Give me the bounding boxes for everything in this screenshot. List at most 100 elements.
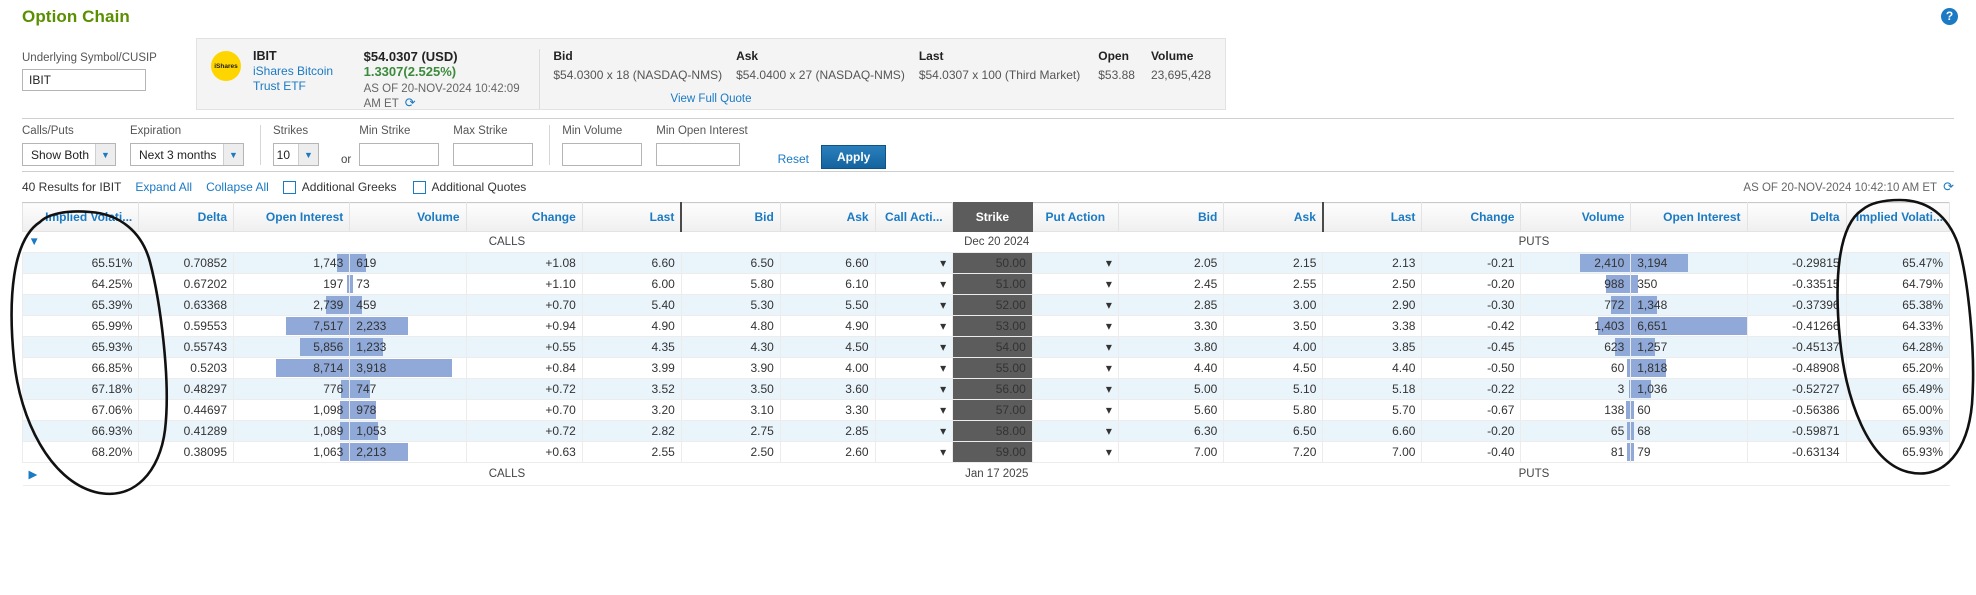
put-action-chevron-down-icon[interactable]: ▾ xyxy=(1031,378,1119,400)
additional-quotes-checkbox[interactable] xyxy=(412,180,426,194)
expiration-select[interactable]: Next 3 months ▼ xyxy=(130,143,244,166)
option-chain-page: Option Chain ? Underlying Symbol/CUSIP i… xyxy=(0,0,1976,595)
reset-button[interactable]: Reset xyxy=(778,152,809,171)
put-action-chevron-down-icon[interactable]: ▾ xyxy=(1031,399,1119,421)
col-call-delta[interactable]: Delta xyxy=(138,202,234,232)
calls-puts-group: Calls/Puts Show Both ▼ xyxy=(22,125,116,166)
cell-put-iv: 64.28% xyxy=(1845,336,1951,358)
call-action-chevron-down-icon[interactable]: ▾ xyxy=(874,294,954,316)
put-action-chevron-down-icon[interactable]: ▾ xyxy=(1031,357,1119,379)
col-strike[interactable]: Strike xyxy=(952,202,1033,232)
cell-put-ask: 6.50 xyxy=(1223,420,1324,442)
collapse-all-link[interactable]: Collapse All xyxy=(206,180,269,194)
call-action-chevron-down-icon[interactable]: ▾ xyxy=(874,399,954,421)
call-action-chevron-down-icon[interactable]: ▾ xyxy=(874,336,954,358)
min-open-interest-input[interactable] xyxy=(656,143,741,166)
option-row[interactable]: 65.93% 0.55743 5,856 1,233 +0.55 4.35 4.30 4.50… xyxy=(21,336,1951,358)
quote-description[interactable]: iShares Bitcoin Trust ETF xyxy=(253,64,352,94)
option-row[interactable]: 66.93% 0.41289 1,089 1,053 +0.72 2.82 2.75 2.85… xyxy=(21,420,1951,442)
col-call-change[interactable]: Change xyxy=(465,202,583,232)
cell-strike: 56.00 xyxy=(952,378,1033,400)
call-action-chevron-down-icon[interactable]: ▾ xyxy=(874,315,954,337)
col-put-delta[interactable]: Delta xyxy=(1746,202,1847,232)
calls-puts-select[interactable]: Show Both ▼ xyxy=(22,143,116,166)
call-action-chevron-down-icon[interactable]: ▾ xyxy=(874,420,954,442)
refresh-icon[interactable]: ⟳ xyxy=(1943,179,1954,195)
col-call-open-interest[interactable]: Open Interest xyxy=(232,202,351,232)
cell-put-change: -0.67 xyxy=(1421,399,1522,421)
puts-group-label: PUTS xyxy=(1118,231,1950,253)
col-put-last[interactable]: Last xyxy=(1322,202,1423,232)
cell-call-iv: 65.93% xyxy=(21,336,140,358)
col-call-implied-volatility[interactable]: Implied Volati... xyxy=(21,202,140,232)
expiration-group-row[interactable]: ▼ CALLS Dec 20 2024 PUTS xyxy=(22,231,1950,253)
quote-last-block: Last $54.0307 x 100 (Third Market) xyxy=(905,49,1080,82)
option-row[interactable]: 68.20% 0.38095 1,063 2,213 +0.63 2.55 2.50 2.60… xyxy=(21,441,1951,463)
col-put-change[interactable]: Change xyxy=(1421,202,1522,232)
put-action-chevron-down-icon[interactable]: ▾ xyxy=(1031,273,1119,295)
col-put-bid[interactable]: Bid xyxy=(1117,202,1225,232)
call-action-chevron-down-icon[interactable]: ▾ xyxy=(874,252,954,274)
option-row[interactable]: 67.06% 0.44697 1,098 978 +0.70 3.20 3.10 3.30 ▾ 5… xyxy=(21,399,1951,421)
col-call-action[interactable]: Call Acti... xyxy=(874,202,954,232)
option-row[interactable]: 65.39% 0.63368 2,739 459 +0.70 5.40 5.30 5.50 ▾ 5… xyxy=(21,294,1951,316)
expand-triangle-icon[interactable]: ▶ xyxy=(22,462,139,486)
col-call-bid[interactable]: Bid xyxy=(680,202,781,232)
cell-call-open-interest: 1,063 xyxy=(232,441,351,463)
col-put-open-interest[interactable]: Open Interest xyxy=(1630,202,1748,232)
or-text: or xyxy=(341,154,352,166)
put-action-chevron-down-icon[interactable]: ▾ xyxy=(1031,420,1119,442)
collapse-triangle-icon[interactable]: ▼ xyxy=(22,231,139,253)
col-put-volume[interactable]: Volume xyxy=(1520,202,1632,232)
cell-call-last: 3.99 xyxy=(581,357,682,379)
option-row[interactable]: 66.85% 0.5203 8,714 3,918 +0.84 3.99 3.90 4.00 ▾… xyxy=(21,357,1951,379)
col-call-volume[interactable]: Volume xyxy=(349,202,467,232)
apply-button[interactable]: Apply xyxy=(821,145,887,169)
option-row[interactable]: 65.99% 0.59553 7,517 2,233 +0.94 4.90 4.80 4.90… xyxy=(21,315,1951,337)
col-call-ask[interactable]: Ask xyxy=(779,202,876,232)
cell-put-volume: 772 xyxy=(1520,294,1632,316)
strikes-select[interactable]: 10 ▼ xyxy=(273,143,319,166)
call-action-chevron-down-icon[interactable]: ▾ xyxy=(874,378,954,400)
put-action-chevron-down-icon[interactable]: ▾ xyxy=(1031,315,1119,337)
quote-last-value: $54.0307 x 100 (Third Market) xyxy=(918,68,1081,82)
underlying-symbol-input[interactable] xyxy=(22,69,146,91)
expand-all-link[interactable]: Expand All xyxy=(135,180,192,194)
call-action-chevron-down-icon[interactable]: ▾ xyxy=(874,441,954,463)
min-strike-input[interactable] xyxy=(359,143,440,166)
cell-call-last: 3.20 xyxy=(581,399,682,421)
max-strike-input[interactable] xyxy=(453,143,534,166)
min-volume-input[interactable] xyxy=(562,143,643,166)
cell-strike: 55.00 xyxy=(952,357,1033,379)
max-strike-label: Max Strike xyxy=(453,125,508,137)
col-put-implied-volatility[interactable]: Implied Volati... xyxy=(1845,202,1951,232)
col-call-last[interactable]: Last xyxy=(581,202,683,232)
cell-call-change: +0.70 xyxy=(465,294,583,316)
cell-call-open-interest: 2,739 xyxy=(232,294,351,316)
cell-put-last: 3.38 xyxy=(1322,315,1423,337)
expiration-group-row[interactable]: ▶ CALLS Jan 17 2025 PUTS xyxy=(22,462,1950,486)
option-row[interactable]: 64.25% 0.67202 197 73 +1.10 6.00 5.80 6.10 ▾ 51.0… xyxy=(21,273,1951,295)
view-full-quote-link[interactable]: View Full Quote xyxy=(197,93,1225,105)
col-put-action[interactable]: Put Action xyxy=(1031,202,1119,232)
cell-put-iv: 65.93% xyxy=(1845,441,1951,463)
filter-bar: Calls/Puts Show Both ▼ Expiration Next 3… xyxy=(22,118,1954,172)
cell-call-bid: 4.30 xyxy=(680,336,781,358)
cell-put-iv: 65.38% xyxy=(1845,294,1951,316)
cell-call-last: 2.82 xyxy=(581,420,682,442)
option-row[interactable]: 65.51% 0.70852 1,743 619 +1.08 6.60 6.50 6.60 ▾ 5… xyxy=(21,252,1951,274)
call-action-chevron-down-icon[interactable]: ▾ xyxy=(874,357,954,379)
put-action-chevron-down-icon[interactable]: ▾ xyxy=(1031,336,1119,358)
put-action-chevron-down-icon[interactable]: ▾ xyxy=(1031,252,1119,274)
col-put-ask[interactable]: Ask xyxy=(1223,202,1324,232)
put-action-chevron-down-icon[interactable]: ▾ xyxy=(1031,441,1119,463)
put-action-chevron-down-icon[interactable]: ▾ xyxy=(1031,294,1119,316)
additional-greeks-checkbox[interactable] xyxy=(282,180,296,194)
call-action-chevron-down-icon[interactable]: ▾ xyxy=(874,273,954,295)
option-row[interactable]: 67.18% 0.48297 776 747 +0.72 3.52 3.50 3.60 ▾ 56.… xyxy=(21,378,1951,400)
cell-call-last: 4.90 xyxy=(581,315,682,337)
help-icon[interactable]: ? xyxy=(1941,8,1958,25)
cell-call-volume: 459 xyxy=(349,294,467,316)
cell-put-last: 5.18 xyxy=(1322,378,1423,400)
cell-strike: 50.00 xyxy=(952,252,1033,274)
